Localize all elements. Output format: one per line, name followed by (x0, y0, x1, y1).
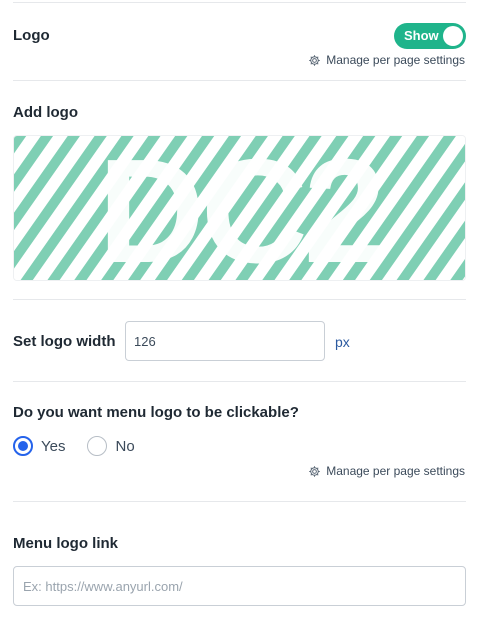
manage-per-page-link-logo[interactable]: Manage per page settings (308, 53, 465, 67)
gear-icon (309, 54, 321, 66)
manage-label: Manage per page settings (326, 464, 465, 478)
logo-preview[interactable]: DC2 (13, 135, 466, 281)
manage-per-page-link-clickable[interactable]: Manage per page settings (308, 464, 465, 478)
radio-yes[interactable] (13, 436, 33, 456)
top-divider (13, 2, 466, 3)
logo-image: DC2 (14, 136, 465, 281)
add-logo-title: Add logo (13, 104, 78, 121)
divider-3 (13, 381, 466, 382)
manage-label: Manage per page settings (326, 53, 465, 67)
clickable-radio-group: Yes No (13, 436, 157, 456)
radio-yes-label: Yes (41, 437, 66, 455)
menu-logo-link-title: Menu logo link (13, 535, 118, 552)
logo-section-title: Logo (13, 27, 50, 44)
radio-option-yes[interactable]: Yes (13, 436, 65, 456)
clickable-question: Do you want menu logo to be clickable? (13, 404, 299, 421)
width-unit: px (335, 334, 350, 350)
radio-no-label: No (115, 437, 135, 455)
menu-logo-link-input[interactable] (13, 566, 466, 606)
logo-show-toggle[interactable]: Show (394, 23, 466, 49)
radio-no[interactable] (87, 436, 108, 456)
radio-option-no[interactable]: No (87, 436, 135, 456)
logo-width-input[interactable] (125, 321, 325, 361)
toggle-label: Show (404, 28, 439, 43)
divider-4 (13, 501, 466, 502)
gear-icon (309, 465, 321, 477)
divider-1 (13, 80, 466, 81)
logo-width-label: Set logo width (13, 333, 116, 350)
toggle-knob (443, 26, 463, 46)
divider-2 (13, 299, 466, 300)
logo-text: DC2 (98, 136, 382, 281)
